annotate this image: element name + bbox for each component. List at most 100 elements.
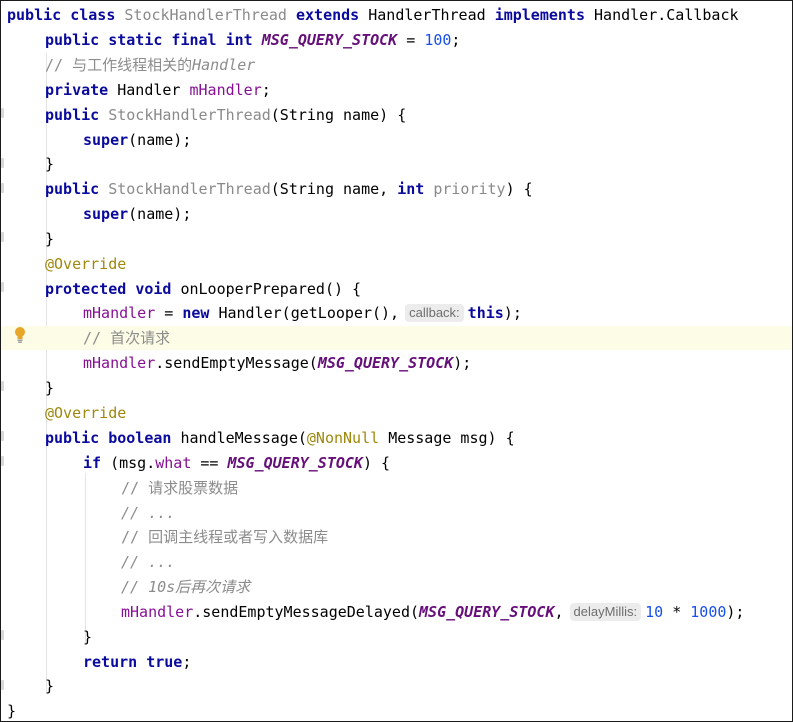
brace: } — [45, 379, 55, 397]
comment: // 请求股票数据 — [121, 479, 239, 497]
constant: MSG_QUERY_STOCK — [317, 354, 454, 372]
punctuation: ) { — [362, 454, 391, 472]
punctuation: ); — [503, 304, 522, 322]
code-line-18[interactable]: public boolean handleMessage(@NonNull Me… — [45, 426, 515, 450]
code-line-25[interactable]: mHandler.sendEmptyMessageDelayed(MSG_QUE… — [121, 600, 744, 624]
code-line-17[interactable]: @Override — [45, 401, 126, 425]
constant: MSG_QUERY_STOCK — [419, 603, 555, 621]
keyword: boolean — [108, 429, 172, 447]
code-line-22[interactable]: // 回调主线程或者写入数据库 — [121, 525, 328, 549]
method-name: handleMessage( — [180, 429, 307, 447]
fold-marker[interactable] — [1, 456, 4, 466]
field-name: mHandler — [83, 354, 156, 372]
code-line-28[interactable]: } — [45, 674, 54, 698]
code-line-21[interactable]: // ... — [121, 501, 175, 525]
method-call: Handler(getLooper(), — [218, 304, 400, 322]
code-line-23[interactable]: // ... — [121, 550, 175, 574]
field-name: mHandler — [189, 81, 262, 99]
method-signature: onLooperPrepared() { — [180, 280, 362, 298]
fold-marker[interactable] — [1, 381, 4, 391]
fold-marker[interactable] — [1, 630, 4, 640]
field-name: mHandler — [121, 603, 194, 621]
code-line-7[interactable]: } — [45, 152, 54, 176]
arguments: (name); — [128, 131, 192, 149]
comment: // ... — [121, 553, 176, 571]
code-line-27[interactable]: return true; — [83, 650, 191, 674]
code-line-10[interactable]: } — [45, 227, 54, 251]
number-literal: 1000 — [690, 603, 727, 621]
code-line-24[interactable]: // 10s后再次请求 — [121, 575, 250, 599]
code-line-14[interactable]: // 首次请求 — [1, 326, 792, 350]
comment: Handler — [192, 56, 256, 74]
keyword: public — [45, 180, 100, 198]
annotation: @Override — [45, 255, 127, 273]
code-line-5[interactable]: public StockHandlerThread(String name) { — [45, 103, 406, 127]
code-line-9[interactable]: super(name); — [83, 202, 191, 226]
lightbulb-icon[interactable] — [14, 326, 26, 344]
punctuation: ); — [453, 354, 472, 372]
punctuation: ; — [261, 81, 271, 99]
code-line-15[interactable]: mHandler.sendEmptyMessage(MSG_QUERY_STOC… — [83, 351, 471, 375]
keyword: int — [397, 180, 425, 198]
keyword: implements — [494, 6, 585, 24]
comment: // 首次请求 — [83, 329, 171, 347]
fold-marker[interactable] — [1, 232, 4, 242]
operator: * — [663, 603, 691, 621]
code-line-13[interactable]: mHandler = new Handler(getLooper(), callb… — [83, 301, 522, 325]
code-line-26[interactable]: } — [83, 625, 92, 649]
code-line-4[interactable]: private Handler mHandler; — [45, 78, 271, 102]
code-line-16[interactable]: } — [45, 376, 54, 400]
fold-marker[interactable] — [1, 680, 4, 690]
operator: == — [200, 454, 219, 472]
punctuation: ; — [182, 653, 192, 671]
constructor-name: StockHandlerThread — [108, 180, 271, 198]
fold-marker[interactable] — [1, 282, 4, 292]
punctuation: ; — [451, 31, 461, 49]
comment: // 与工作线程相关的 — [45, 56, 193, 74]
class-name: StockHandlerThread — [124, 6, 287, 24]
constant: MSG_QUERY_STOCK — [261, 31, 398, 49]
code-line-8[interactable]: public StockHandlerThread(String name, i… — [45, 177, 533, 201]
fold-marker[interactable] — [1, 431, 4, 441]
keyword: class — [70, 6, 116, 24]
brace: } — [7, 702, 17, 720]
punctuation: , — [554, 603, 564, 621]
condition: (msg. — [110, 454, 156, 472]
code-line-19[interactable]: if (msg.what == MSG_QUERY_STOCK) { — [83, 451, 390, 475]
brace: } — [45, 230, 55, 248]
annotation: @NonNull — [306, 429, 380, 447]
fold-marker[interactable] — [1, 108, 4, 118]
code-line-20[interactable]: // 请求股票数据 — [121, 476, 238, 500]
keyword: this — [467, 304, 504, 322]
parameters: (String name) { — [270, 106, 407, 124]
code-editor[interactable]: public class StockHandlerThread extends … — [0, 0, 793, 722]
keyword: extends — [296, 6, 360, 24]
code-line-6[interactable]: super(name); — [83, 128, 191, 152]
code-line-12[interactable]: protected void onLooperPrepared() { — [45, 277, 361, 301]
fold-marker[interactable] — [1, 183, 4, 193]
parameters: Message msg) { — [388, 429, 515, 447]
punctuation: ); — [726, 603, 745, 621]
constructor-name: StockHandlerThread — [108, 106, 271, 124]
code-line-3[interactable]: // 与工作线程相关的Handler — [45, 53, 255, 77]
brace: } — [83, 628, 93, 646]
annotation: @Override — [45, 404, 127, 422]
fold-marker[interactable] — [1, 158, 4, 168]
keyword: super — [83, 205, 129, 223]
keyword: public static final int — [45, 31, 253, 49]
keyword: public — [7, 6, 62, 24]
code-line-1[interactable]: public class StockHandlerThread extends … — [7, 3, 739, 27]
code-line-29[interactable]: } — [7, 699, 17, 721]
type-name: Handler.Callback — [594, 6, 739, 24]
code-line-2[interactable]: public static final int MSG_QUERY_STOCK … — [45, 28, 460, 52]
keyword: private — [45, 81, 109, 99]
indent-guide — [46, 53, 47, 693]
keyword: public — [45, 106, 100, 124]
operator: = — [406, 31, 416, 49]
code-line-11[interactable]: @Override — [45, 252, 126, 276]
comment: // 10s后再次请求 — [121, 578, 251, 596]
keyword: true — [146, 653, 183, 671]
type-name: Handler — [117, 81, 181, 99]
brace: } — [45, 155, 55, 173]
number-literal: 10 — [645, 603, 664, 621]
